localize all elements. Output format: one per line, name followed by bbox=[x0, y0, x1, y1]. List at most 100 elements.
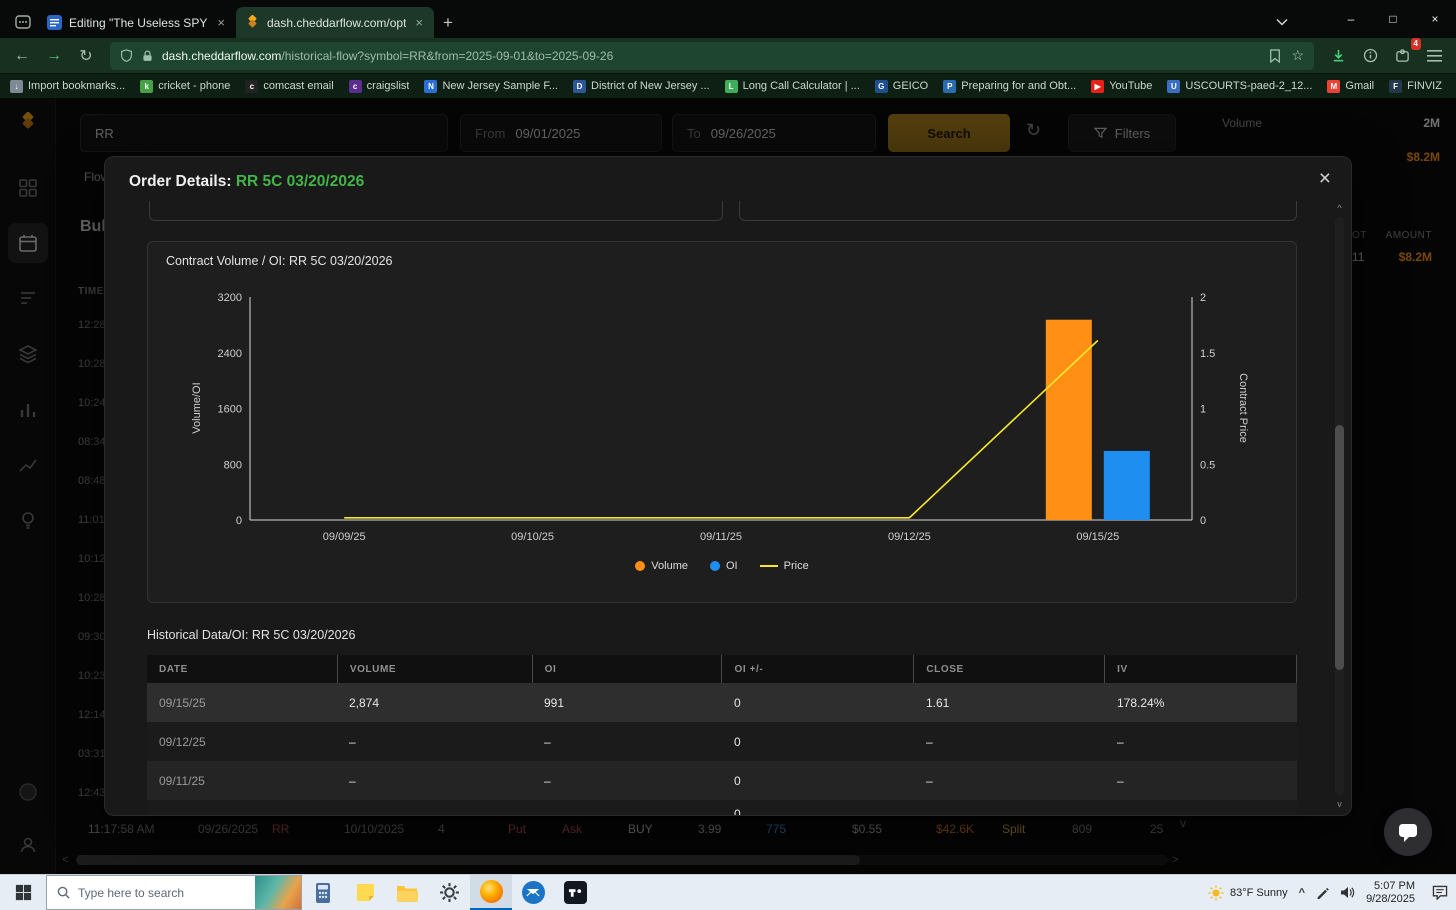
history-table-header: DATE VOLUME OI OI +/- CLOSE IV bbox=[147, 655, 1297, 683]
svg-text:800: 800 bbox=[224, 459, 242, 471]
history-row[interactable]: 09/11/25 – – 0 – – bbox=[147, 761, 1297, 800]
cell-close: – bbox=[926, 734, 933, 749]
scroll-up-arrow[interactable]: ^ bbox=[1333, 203, 1346, 213]
bookmark-item[interactable]: M Gmail bbox=[1327, 79, 1374, 93]
taskbar-thunderbird-icon[interactable] bbox=[512, 875, 554, 910]
system-tray: 83°F Sunny ^ 5:07 PM 9/28/2025 bbox=[1208, 875, 1456, 910]
svg-text:2: 2 bbox=[1200, 292, 1206, 304]
bookmark-item[interactable]: D District of New Jersey ... bbox=[573, 79, 710, 93]
taskbar-search-box[interactable]: Type here to search bbox=[46, 875, 302, 910]
bookmark-item[interactable]: P Preparing for and Obt... bbox=[943, 79, 1076, 93]
maximize-button[interactable]: □ bbox=[1372, 0, 1414, 38]
svg-text:0: 0 bbox=[1200, 515, 1206, 527]
pen-icon[interactable] bbox=[1316, 886, 1329, 899]
scroll-down-arrow[interactable]: v bbox=[1333, 799, 1346, 809]
tab-cheddarflow-options[interactable]: dash.cheddarflow.com/options × bbox=[236, 7, 434, 38]
cell-volume: – bbox=[349, 773, 356, 788]
windows-taskbar: Type here to search 83°F Sunny ^ 5:07 PM… bbox=[0, 874, 1456, 910]
action-center-icon[interactable] bbox=[1432, 885, 1448, 900]
cell-iv: – bbox=[1117, 773, 1124, 788]
cell-oi-change: 0 bbox=[734, 734, 741, 749]
bookmark-item[interactable]: N New Jersey Sample F... bbox=[424, 79, 558, 93]
scrollbar-thumb[interactable] bbox=[1335, 425, 1344, 670]
col-header-close: CLOSE bbox=[913, 655, 1104, 683]
url-host: dash.cheddarflow.com bbox=[162, 48, 282, 63]
bookmark-item[interactable]: U USCOURTS-paed-2_12... bbox=[1167, 79, 1312, 93]
taskbar-file-explorer-icon[interactable] bbox=[386, 875, 428, 910]
taskbar-tradingview-icon[interactable] bbox=[554, 875, 596, 910]
address-bar[interactable]: dash.cheddarflow.com/historical-flow?sym… bbox=[110, 41, 1314, 70]
bookmark-favicon: k bbox=[140, 79, 154, 93]
bookmark-item[interactable]: G GEICO bbox=[874, 79, 928, 93]
taskbar-settings-gear-icon[interactable] bbox=[428, 875, 470, 910]
history-row-partial[interactable]: 0 bbox=[147, 800, 1297, 815]
bookmark-item[interactable]: ↓ Import bookmarks... bbox=[10, 79, 125, 93]
new-tab-button[interactable]: + bbox=[434, 9, 462, 37]
info-circle-icon[interactable] bbox=[1356, 42, 1384, 70]
bookmark-item[interactable]: ▶ YouTube bbox=[1091, 79, 1152, 93]
back-button[interactable]: ← bbox=[8, 42, 36, 70]
taskbar-calculator-icon[interactable] bbox=[302, 875, 344, 910]
bookmark-item[interactable]: k cricket - phone bbox=[140, 79, 230, 93]
chat-support-button[interactable] bbox=[1384, 808, 1432, 856]
search-highlight-image[interactable] bbox=[255, 876, 301, 909]
forward-button[interactable]: → bbox=[40, 42, 68, 70]
taskbar-sticky-notes-icon[interactable] bbox=[344, 875, 386, 910]
tab-editing-spy-report[interactable]: Editing "The Useless SPY Repor × bbox=[38, 7, 236, 38]
save-to-pocket-icon[interactable] bbox=[1269, 48, 1281, 63]
bookmark-favicon: P bbox=[943, 79, 957, 93]
cell-oi-change: 0 bbox=[734, 695, 741, 710]
reload-button[interactable]: ↻ bbox=[72, 42, 100, 70]
list-all-tabs-chevron-icon[interactable] bbox=[1268, 8, 1296, 36]
svg-text:09/10/25: 09/10/25 bbox=[511, 531, 554, 543]
history-row[interactable]: 09/12/25 – – 0 – – bbox=[147, 722, 1297, 761]
modal-close-icon[interactable]: × bbox=[1319, 167, 1331, 191]
col-header-iv: IV bbox=[1104, 655, 1296, 683]
downloads-icon[interactable] bbox=[1324, 42, 1352, 70]
cell-close: – bbox=[926, 773, 933, 788]
menu-hamburger-icon[interactable] bbox=[1420, 42, 1448, 70]
taskbar-firefox-icon[interactable] bbox=[470, 875, 512, 910]
firefox-view-icon[interactable] bbox=[10, 9, 36, 35]
svg-text:0: 0 bbox=[236, 515, 242, 527]
bookmark-item[interactable]: F FINVIZ bbox=[1389, 79, 1442, 93]
history-row[interactable]: 09/15/25 2,874 991 0 1.61 178.24% bbox=[147, 683, 1297, 722]
svg-text:1.5: 1.5 bbox=[1200, 348, 1215, 360]
legend-oi[interactable]: OI bbox=[710, 560, 738, 572]
chart-legend: Volume OI Price bbox=[148, 560, 1296, 572]
extensions-icon[interactable]: 4 bbox=[1388, 37, 1421, 70]
history-table-title: Historical Data/OI: RR 5C 03/20/2026 bbox=[147, 628, 356, 642]
start-button[interactable] bbox=[0, 875, 46, 910]
taskbar-weather-widget[interactable]: 83°F Sunny bbox=[1208, 884, 1288, 901]
bookmark-star-icon[interactable]: ☆ bbox=[1291, 47, 1304, 64]
tab-close-icon[interactable]: × bbox=[413, 15, 425, 30]
bookmark-item[interactable]: c craigslist bbox=[348, 79, 409, 93]
legend-volume[interactable]: Volume bbox=[635, 560, 688, 572]
tray-expand-chevron[interactable]: ^ bbox=[1299, 887, 1305, 899]
cell-oi: – bbox=[544, 773, 551, 788]
col-header-volume: VOLUME bbox=[336, 655, 532, 683]
minimize-button[interactable]: – bbox=[1330, 0, 1372, 38]
history-table: DATE VOLUME OI OI +/- CLOSE IV 09/15/25 … bbox=[147, 655, 1297, 815]
close-window-button[interactable]: × bbox=[1414, 0, 1456, 38]
volume-icon[interactable] bbox=[1340, 886, 1355, 899]
svg-text:09/11/25: 09/11/25 bbox=[700, 531, 742, 543]
taskbar-clock[interactable]: 5:07 PM 9/28/2025 bbox=[1366, 880, 1415, 906]
tab-close-icon[interactable]: × bbox=[215, 15, 227, 30]
tracking-protection-shield-icon[interactable] bbox=[120, 48, 133, 63]
chart-title: Contract Volume / OI: RR 5C 03/20/2026 bbox=[166, 254, 393, 268]
bookmark-item[interactable]: c comcast email bbox=[245, 79, 334, 93]
extension-badge-count: 4 bbox=[1410, 37, 1421, 50]
tab-label: dash.cheddarflow.com/options bbox=[267, 15, 407, 30]
col-header-oi: OI bbox=[531, 655, 722, 683]
url-text: dash.cheddarflow.com/historical-flow?sym… bbox=[162, 49, 1261, 63]
legend-price[interactable]: Price bbox=[759, 560, 809, 572]
modal-scrollbar[interactable]: ^ v bbox=[1333, 203, 1346, 809]
cell-date: 09/11/25 bbox=[159, 773, 205, 788]
cell-date: 09/15/25 bbox=[159, 695, 206, 710]
bookmark-favicon: ▶ bbox=[1091, 79, 1105, 93]
cell-date: 09/12/25 bbox=[159, 734, 206, 749]
lock-icon[interactable] bbox=[141, 49, 154, 63]
bookmark-item[interactable]: L Long Call Calculator | ... bbox=[724, 79, 860, 93]
order-details-modal: Order Details: RR 5C 03/20/2026 × 0 800 16… bbox=[104, 156, 1352, 816]
